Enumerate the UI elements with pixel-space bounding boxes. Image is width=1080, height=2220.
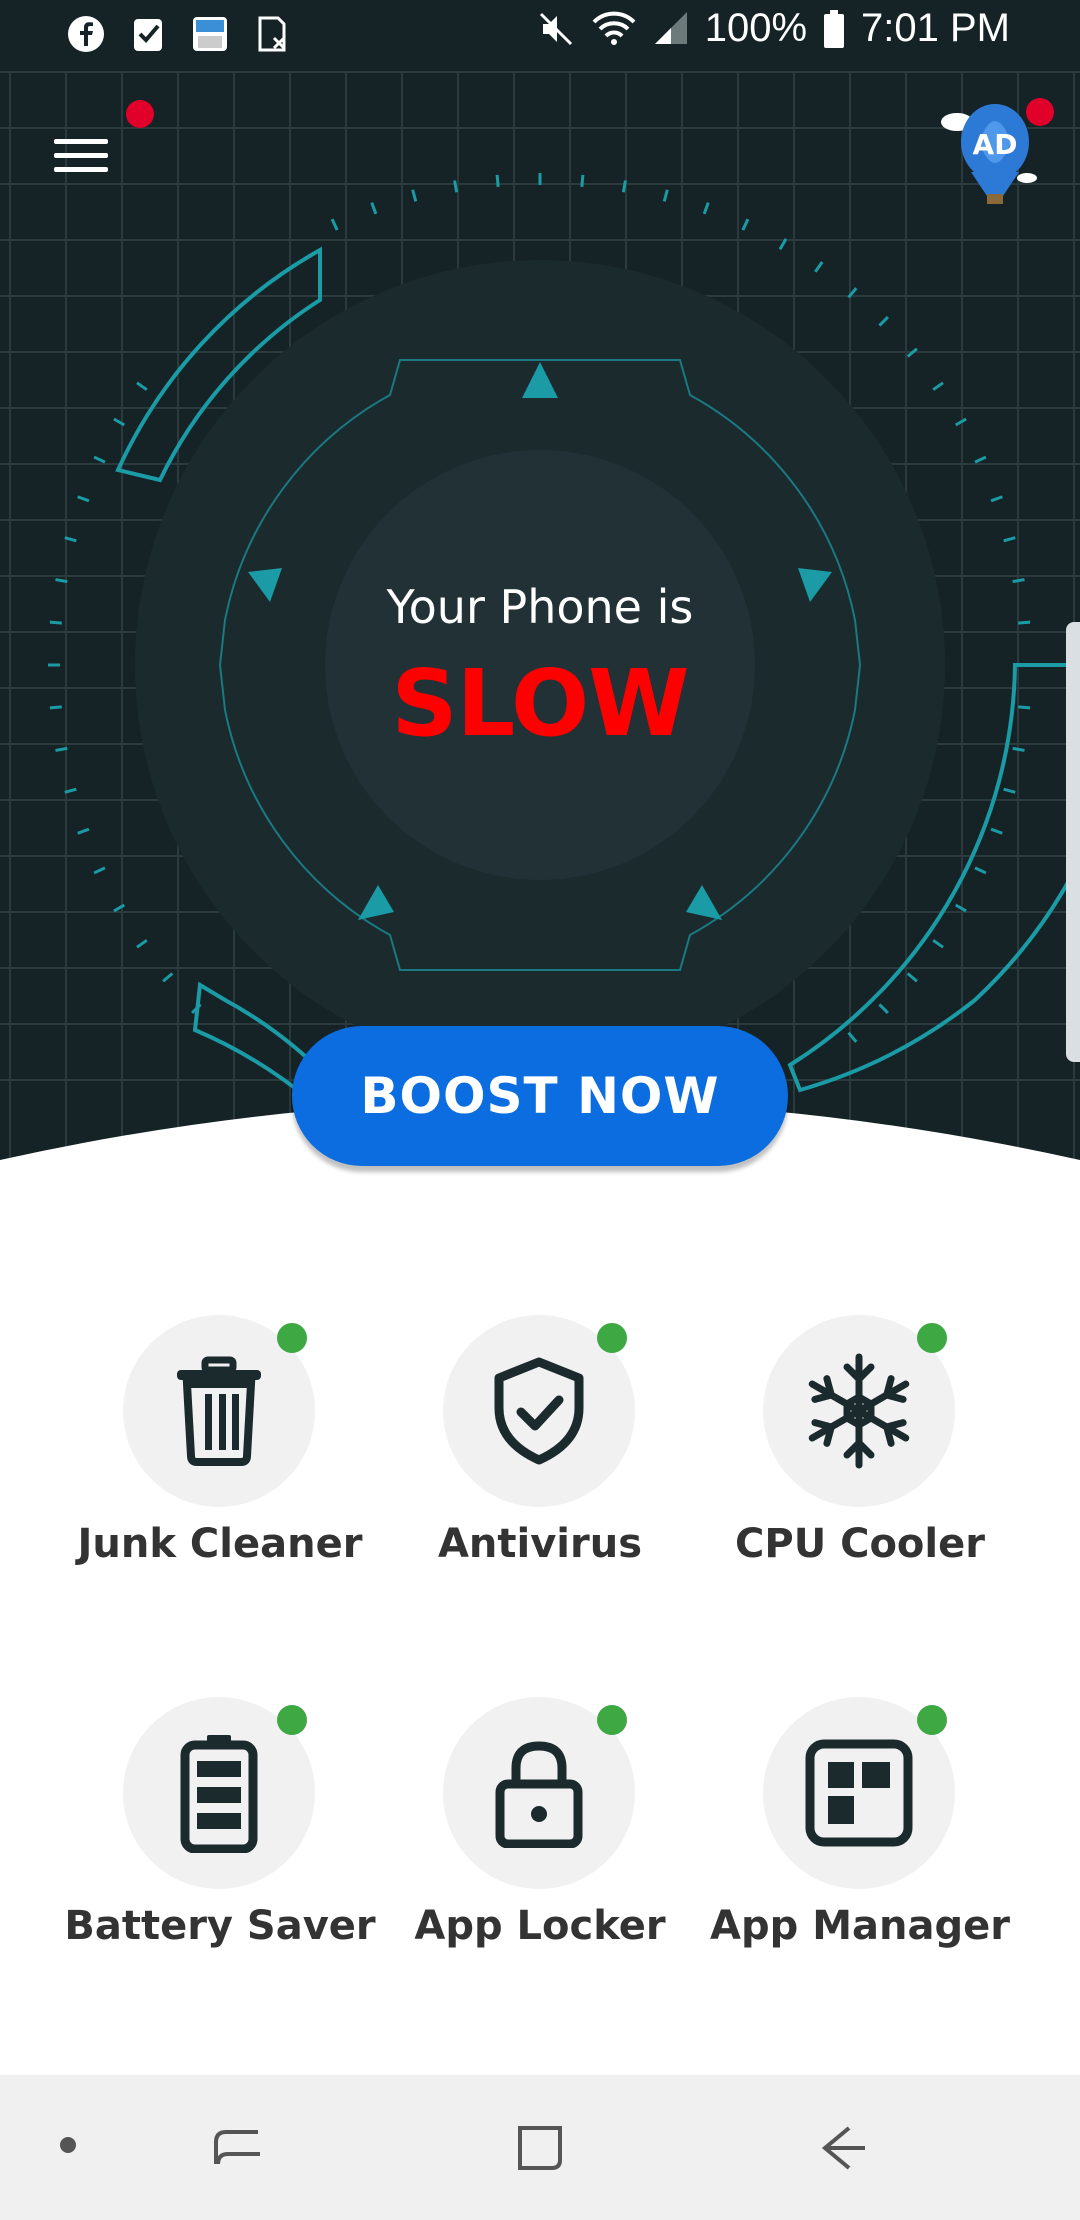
gauge-status-line: Your Phone is	[386, 580, 694, 634]
wifi-icon	[592, 11, 636, 45]
status-dot	[917, 1705, 947, 1735]
grid-apps-icon	[805, 1739, 913, 1847]
feature-app-manager[interactable]: App Manager	[700, 1697, 1020, 1997]
status-dot	[597, 1323, 627, 1353]
feature-battery-saver[interactable]: Battery Saver	[60, 1697, 380, 1997]
feature-label: Junk Cleaner	[77, 1521, 363, 1567]
hamburger-menu-icon[interactable]	[46, 130, 116, 190]
cloud-calendar-icon	[193, 17, 227, 51]
system-nav-bar	[0, 2075, 1080, 2220]
trash-icon	[177, 1356, 261, 1466]
ad-label: AD	[973, 128, 1018, 161]
hero-section: 100% 7:01 PM AD Your Phone is SLOW	[0, 0, 1080, 1200]
battery-icon	[180, 1735, 258, 1853]
home-icon[interactable]	[512, 2120, 568, 2176]
signal-icon	[654, 11, 687, 44]
checklist-icon	[134, 19, 162, 51]
feature-label: CPU Cooler	[735, 1521, 985, 1567]
status-dot	[277, 1323, 307, 1353]
battery-icon	[824, 9, 845, 48]
status-dot	[277, 1705, 307, 1735]
status-bar: 100% 7:01 PM	[0, 0, 1080, 72]
dot-icon[interactable]	[58, 2135, 78, 2155]
gauge-status-value: SLOW	[391, 650, 689, 757]
status-dot	[917, 1323, 947, 1353]
status-dot	[597, 1705, 627, 1735]
mute-icon	[539, 12, 572, 45]
feature-app-locker[interactable]: App Locker	[380, 1697, 700, 1997]
sim-icon	[258, 16, 286, 52]
snowflake-icon	[808, 1353, 910, 1469]
battery-percent: 100%	[704, 6, 808, 50]
ad-notification-dot	[1026, 98, 1054, 126]
facebook-icon	[68, 16, 104, 52]
feature-label: Antivirus	[437, 1521, 643, 1567]
feature-label: App Manager	[710, 1903, 1010, 1949]
lock-icon	[495, 1741, 583, 1848]
clock: 7:01 PM	[861, 6, 1010, 50]
back-icon[interactable]	[815, 2120, 871, 2176]
recents-icon[interactable]	[210, 2120, 266, 2176]
feature-antivirus[interactable]: Antivirus	[380, 1315, 700, 1615]
feature-label: Battery Saver	[64, 1903, 376, 1949]
feature-junk-cleaner[interactable]: Junk Cleaner	[60, 1315, 380, 1615]
shield-check-icon	[494, 1357, 584, 1465]
feature-cpu-cooler[interactable]: CPU Cooler	[700, 1315, 1020, 1615]
boost-now-button[interactable]: BOOST NOW	[292, 1026, 788, 1166]
menu-notification-dot	[126, 100, 154, 128]
feature-label: App Locker	[414, 1903, 666, 1949]
